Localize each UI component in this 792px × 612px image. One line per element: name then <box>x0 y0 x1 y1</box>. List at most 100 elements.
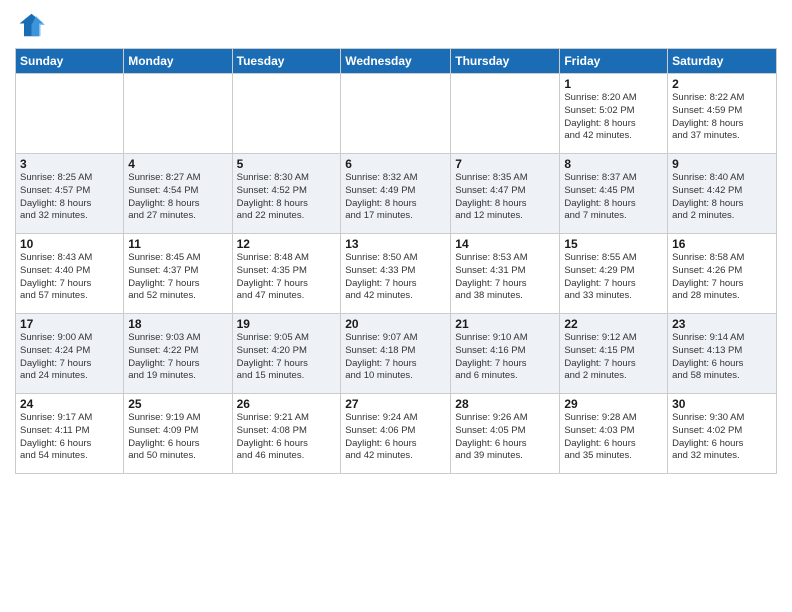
day-info: Sunrise: 8:40 AM Sunset: 4:42 PM Dayligh… <box>672 172 772 223</box>
day-info: Sunrise: 9:12 AM Sunset: 4:15 PM Dayligh… <box>564 332 663 383</box>
day-info: Sunrise: 8:30 AM Sunset: 4:52 PM Dayligh… <box>237 172 337 223</box>
calendar-day-cell: 21Sunrise: 9:10 AM Sunset: 4:16 PM Dayli… <box>451 314 560 394</box>
day-number: 30 <box>672 397 772 411</box>
day-info: Sunrise: 9:17 AM Sunset: 4:11 PM Dayligh… <box>20 412 119 463</box>
calendar-day-cell: 12Sunrise: 8:48 AM Sunset: 4:35 PM Dayli… <box>232 234 341 314</box>
day-number: 10 <box>20 237 119 251</box>
calendar-day-cell: 23Sunrise: 9:14 AM Sunset: 4:13 PM Dayli… <box>668 314 777 394</box>
col-header-tuesday: Tuesday <box>232 49 341 74</box>
col-header-friday: Friday <box>560 49 668 74</box>
calendar-day-cell <box>232 74 341 154</box>
day-number: 25 <box>128 397 227 411</box>
calendar-day-cell: 16Sunrise: 8:58 AM Sunset: 4:26 PM Dayli… <box>668 234 777 314</box>
day-number: 7 <box>455 157 555 171</box>
day-info: Sunrise: 9:21 AM Sunset: 4:08 PM Dayligh… <box>237 412 337 463</box>
calendar-day-cell: 27Sunrise: 9:24 AM Sunset: 4:06 PM Dayli… <box>341 394 451 474</box>
day-info: Sunrise: 9:00 AM Sunset: 4:24 PM Dayligh… <box>20 332 119 383</box>
calendar-day-cell: 8Sunrise: 8:37 AM Sunset: 4:45 PM Daylig… <box>560 154 668 234</box>
day-number: 18 <box>128 317 227 331</box>
calendar-day-cell: 28Sunrise: 9:26 AM Sunset: 4:05 PM Dayli… <box>451 394 560 474</box>
col-header-sunday: Sunday <box>16 49 124 74</box>
day-number: 9 <box>672 157 772 171</box>
calendar-day-cell <box>124 74 232 154</box>
calendar-week-row: 17Sunrise: 9:00 AM Sunset: 4:24 PM Dayli… <box>16 314 777 394</box>
day-number: 12 <box>237 237 337 251</box>
calendar-day-cell: 5Sunrise: 8:30 AM Sunset: 4:52 PM Daylig… <box>232 154 341 234</box>
day-info: Sunrise: 9:24 AM Sunset: 4:06 PM Dayligh… <box>345 412 446 463</box>
calendar-day-cell: 1Sunrise: 8:20 AM Sunset: 5:02 PM Daylig… <box>560 74 668 154</box>
day-number: 15 <box>564 237 663 251</box>
day-number: 23 <box>672 317 772 331</box>
day-info: Sunrise: 8:22 AM Sunset: 4:59 PM Dayligh… <box>672 92 772 143</box>
day-number: 5 <box>237 157 337 171</box>
calendar-day-cell <box>451 74 560 154</box>
calendar-week-row: 1Sunrise: 8:20 AM Sunset: 5:02 PM Daylig… <box>16 74 777 154</box>
calendar-day-cell: 3Sunrise: 8:25 AM Sunset: 4:57 PM Daylig… <box>16 154 124 234</box>
logo <box>15 10 49 40</box>
calendar-week-row: 10Sunrise: 8:43 AM Sunset: 4:40 PM Dayli… <box>16 234 777 314</box>
day-info: Sunrise: 8:32 AM Sunset: 4:49 PM Dayligh… <box>345 172 446 223</box>
day-number: 24 <box>20 397 119 411</box>
day-info: Sunrise: 8:43 AM Sunset: 4:40 PM Dayligh… <box>20 252 119 303</box>
day-number: 4 <box>128 157 227 171</box>
calendar-day-cell: 9Sunrise: 8:40 AM Sunset: 4:42 PM Daylig… <box>668 154 777 234</box>
day-info: Sunrise: 8:20 AM Sunset: 5:02 PM Dayligh… <box>564 92 663 143</box>
day-info: Sunrise: 8:37 AM Sunset: 4:45 PM Dayligh… <box>564 172 663 223</box>
day-number: 6 <box>345 157 446 171</box>
calendar-day-cell: 10Sunrise: 8:43 AM Sunset: 4:40 PM Dayli… <box>16 234 124 314</box>
day-number: 22 <box>564 317 663 331</box>
day-info: Sunrise: 9:19 AM Sunset: 4:09 PM Dayligh… <box>128 412 227 463</box>
calendar-day-cell: 30Sunrise: 9:30 AM Sunset: 4:02 PM Dayli… <box>668 394 777 474</box>
page: SundayMondayTuesdayWednesdayThursdayFrid… <box>0 0 792 612</box>
calendar-day-cell: 7Sunrise: 8:35 AM Sunset: 4:47 PM Daylig… <box>451 154 560 234</box>
calendar-day-cell: 24Sunrise: 9:17 AM Sunset: 4:11 PM Dayli… <box>16 394 124 474</box>
day-info: Sunrise: 9:30 AM Sunset: 4:02 PM Dayligh… <box>672 412 772 463</box>
calendar-day-cell <box>341 74 451 154</box>
day-info: Sunrise: 9:03 AM Sunset: 4:22 PM Dayligh… <box>128 332 227 383</box>
day-info: Sunrise: 8:58 AM Sunset: 4:26 PM Dayligh… <box>672 252 772 303</box>
header <box>15 10 777 40</box>
col-header-wednesday: Wednesday <box>341 49 451 74</box>
calendar-day-cell: 20Sunrise: 9:07 AM Sunset: 4:18 PM Dayli… <box>341 314 451 394</box>
day-info: Sunrise: 9:05 AM Sunset: 4:20 PM Dayligh… <box>237 332 337 383</box>
day-info: Sunrise: 8:53 AM Sunset: 4:31 PM Dayligh… <box>455 252 555 303</box>
calendar-day-cell: 15Sunrise: 8:55 AM Sunset: 4:29 PM Dayli… <box>560 234 668 314</box>
day-info: Sunrise: 8:55 AM Sunset: 4:29 PM Dayligh… <box>564 252 663 303</box>
day-number: 20 <box>345 317 446 331</box>
day-info: Sunrise: 8:27 AM Sunset: 4:54 PM Dayligh… <box>128 172 227 223</box>
day-number: 11 <box>128 237 227 251</box>
day-number: 19 <box>237 317 337 331</box>
day-info: Sunrise: 8:35 AM Sunset: 4:47 PM Dayligh… <box>455 172 555 223</box>
calendar: SundayMondayTuesdayWednesdayThursdayFrid… <box>15 48 777 474</box>
calendar-day-cell: 2Sunrise: 8:22 AM Sunset: 4:59 PM Daylig… <box>668 74 777 154</box>
calendar-day-cell <box>16 74 124 154</box>
calendar-day-cell: 29Sunrise: 9:28 AM Sunset: 4:03 PM Dayli… <box>560 394 668 474</box>
day-number: 27 <box>345 397 446 411</box>
day-info: Sunrise: 9:14 AM Sunset: 4:13 PM Dayligh… <box>672 332 772 383</box>
calendar-day-cell: 4Sunrise: 8:27 AM Sunset: 4:54 PM Daylig… <box>124 154 232 234</box>
day-number: 2 <box>672 77 772 91</box>
day-number: 14 <box>455 237 555 251</box>
day-number: 26 <box>237 397 337 411</box>
calendar-day-cell: 26Sunrise: 9:21 AM Sunset: 4:08 PM Dayli… <box>232 394 341 474</box>
day-info: Sunrise: 8:48 AM Sunset: 4:35 PM Dayligh… <box>237 252 337 303</box>
calendar-day-cell: 11Sunrise: 8:45 AM Sunset: 4:37 PM Dayli… <box>124 234 232 314</box>
logo-icon <box>15 10 45 40</box>
day-number: 21 <box>455 317 555 331</box>
calendar-day-cell: 17Sunrise: 9:00 AM Sunset: 4:24 PM Dayli… <box>16 314 124 394</box>
col-header-monday: Monday <box>124 49 232 74</box>
calendar-day-cell: 19Sunrise: 9:05 AM Sunset: 4:20 PM Dayli… <box>232 314 341 394</box>
day-info: Sunrise: 9:28 AM Sunset: 4:03 PM Dayligh… <box>564 412 663 463</box>
calendar-week-row: 24Sunrise: 9:17 AM Sunset: 4:11 PM Dayli… <box>16 394 777 474</box>
day-info: Sunrise: 8:25 AM Sunset: 4:57 PM Dayligh… <box>20 172 119 223</box>
day-info: Sunrise: 9:07 AM Sunset: 4:18 PM Dayligh… <box>345 332 446 383</box>
day-info: Sunrise: 8:45 AM Sunset: 4:37 PM Dayligh… <box>128 252 227 303</box>
day-info: Sunrise: 9:26 AM Sunset: 4:05 PM Dayligh… <box>455 412 555 463</box>
day-number: 3 <box>20 157 119 171</box>
day-number: 8 <box>564 157 663 171</box>
calendar-day-cell: 13Sunrise: 8:50 AM Sunset: 4:33 PM Dayli… <box>341 234 451 314</box>
calendar-week-row: 3Sunrise: 8:25 AM Sunset: 4:57 PM Daylig… <box>16 154 777 234</box>
calendar-header-row: SundayMondayTuesdayWednesdayThursdayFrid… <box>16 49 777 74</box>
day-number: 29 <box>564 397 663 411</box>
calendar-day-cell: 25Sunrise: 9:19 AM Sunset: 4:09 PM Dayli… <box>124 394 232 474</box>
